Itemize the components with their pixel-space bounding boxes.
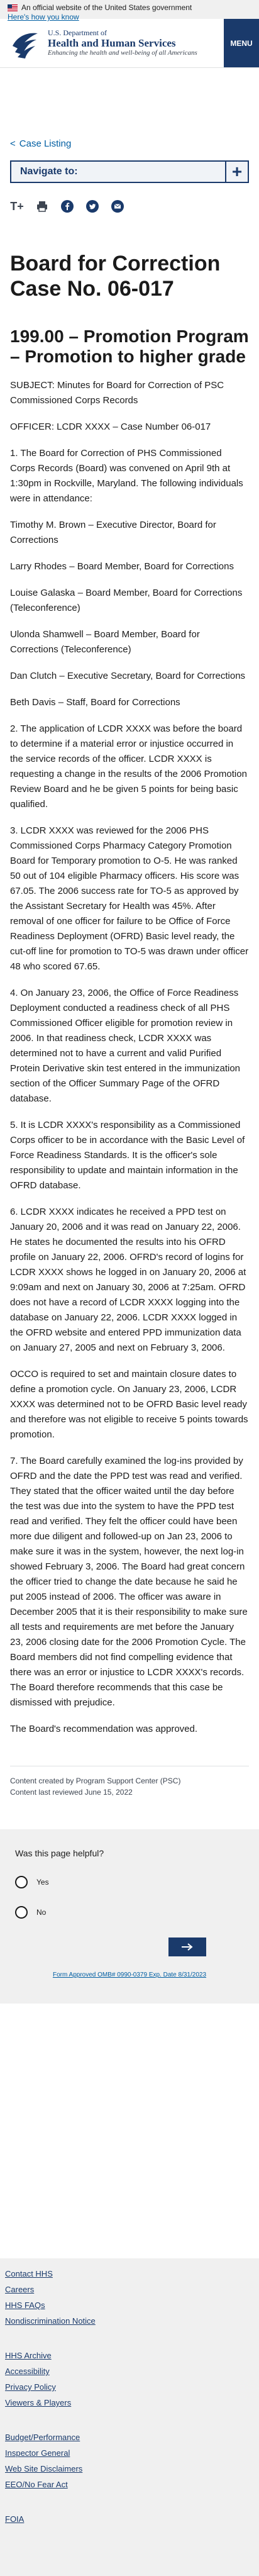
text-size-icon[interactable]: T+ (10, 199, 24, 213)
share-toolbar: T+ (10, 199, 249, 213)
body-paragraph: 1. The Board for Correction of PHS Commi… (10, 448, 243, 504)
body-paragraph: 2. The application of LCDR XXXX was befo… (10, 723, 247, 810)
attendee-item: Beth Davis – Staff, Board for Correction… (10, 697, 180, 708)
attendee-item: Louise Galaska – Board Member, Board for… (10, 588, 243, 613)
no-radio[interactable] (15, 1906, 28, 1919)
case-listing-label: Case Listing (19, 138, 72, 149)
feedback-submit-button[interactable] (168, 1938, 206, 1956)
case-listing-link[interactable]: < Case Listing (10, 138, 249, 149)
agency-tagline: Enhancing the health and well-being of a… (48, 49, 197, 57)
menu-button[interactable]: MENU (224, 19, 259, 67)
agency-line1: U.S. Department of (48, 28, 107, 37)
feedback-no-option[interactable]: No (15, 1906, 244, 1919)
footer-group-3: Budget/Performance Inspector General Web… (5, 2429, 259, 2492)
footer-link[interactable]: Web Site Disclaimers (5, 2461, 259, 2477)
chevron-left-icon: < (10, 138, 16, 149)
yes-radio[interactable] (15, 1876, 28, 1888)
body-paragraph: OCCO is required to set and maintain clo… (10, 1369, 248, 1440)
content-created: Content created by Program Support Cente… (10, 1776, 181, 1785)
attendee-item: Ulonda Shamwell – Board Member, Board fo… (10, 629, 200, 655)
facebook-icon[interactable] (60, 199, 74, 213)
attendee-item: Larry Rhodes – Board Member, Board for C… (10, 561, 234, 572)
page-title: Board for Correction Case No. 06-017 (10, 252, 221, 301)
footer-link[interactable]: Privacy Policy (5, 2379, 259, 2395)
hhs-logo-link[interactable]: U.S. Department of Health and Human Serv… (0, 19, 224, 67)
footer-link[interactable]: Inspector General (5, 2445, 259, 2461)
footer-group-1: Contact HHS Careers HHS FAQs Nondiscrimi… (5, 2266, 259, 2329)
footer-link[interactable]: Budget/Performance (5, 2429, 259, 2445)
omb-link[interactable]: Form Approved OMB# 0990-0379 Exp. Date 8… (15, 1971, 244, 1978)
body-paragraph: 4. On January 23, 2006, the Office of Fo… (10, 988, 241, 1104)
footer-group-2: HHS Archive Accessibility Privacy Policy… (5, 2348, 259, 2411)
footer-link[interactable]: EEO/No Fear Act (5, 2477, 259, 2492)
site-header: U.S. Department of Health and Human Serv… (0, 19, 259, 68)
feedback-yes-option[interactable]: Yes (15, 1876, 244, 1888)
case-body: SUBJECT: Minutes for Board for Correctio… (10, 378, 249, 1737)
us-flag-icon (8, 4, 18, 11)
footer-group-4: FOIA (5, 2511, 259, 2527)
footer-link[interactable]: Nondiscrimination Notice (5, 2313, 259, 2329)
yes-label: Yes (36, 1878, 49, 1887)
feedback-form: Was this page helpful? Yes No Form Appro… (0, 1829, 259, 2004)
arrow-right-icon (182, 1943, 193, 1951)
attendee-item: Timothy M. Brown – Executive Director, B… (10, 520, 216, 545)
no-label: No (36, 1908, 47, 1917)
hhs-seal-icon (13, 33, 38, 59)
footer-link[interactable]: HHS Archive (5, 2348, 259, 2363)
site-footer: Contact HHS Careers HHS FAQs Nondiscrimi… (0, 2258, 259, 2576)
gov-banner: An official website of the United States… (0, 0, 259, 21)
footer-link[interactable]: Contact HHS (5, 2266, 259, 2282)
agency-line2: Health and Human Services (48, 37, 176, 49)
email-icon[interactable] (111, 199, 124, 213)
footer-link[interactable]: Viewers & Players (5, 2395, 259, 2411)
footer-link[interactable]: HHS FAQs (5, 2297, 259, 2313)
case-heading: 199.00 – Promotion Program – Promotion t… (10, 326, 249, 366)
body-paragraph: 7. The Board carefully examined the log-… (10, 1456, 248, 1708)
footer-link[interactable]: Careers (5, 2282, 259, 2297)
body-paragraph: 5. It is LCDR XXXX's responsibility as a… (10, 1120, 245, 1191)
recommendation-paragraph: The Board's recommendation was approved. (10, 1724, 198, 1734)
expand-plus-icon[interactable]: + (225, 160, 248, 183)
footer-link[interactable]: Accessibility (5, 2363, 259, 2379)
subject-paragraph: SUBJECT: Minutes for Board for Correctio… (10, 380, 224, 406)
content-reviewed: Content last reviewed June 15, 2022 (10, 1788, 133, 1797)
feedback-question: Was this page helpful? (15, 1848, 104, 1858)
body-paragraph: 6. LCDR XXXX indicates he received a PPD… (10, 1207, 246, 1353)
footer-link[interactable]: FOIA (5, 2511, 259, 2527)
body-paragraph: 3. LCDR XXXX was reviewed for the 2006 P… (10, 825, 249, 972)
official-site-text: An official website of the United States… (21, 3, 192, 12)
print-icon[interactable] (35, 199, 49, 213)
content-meta: Content created by Program Support Cente… (10, 1766, 249, 1798)
twitter-icon[interactable] (85, 199, 99, 213)
officer-paragraph: OFFICER: LCDR XXXX – Case Number 06-017 (10, 421, 211, 432)
navigate-to-label: Navigate to: (20, 166, 78, 177)
attendee-item: Dan Clutch – Executive Secretary, Board … (10, 671, 246, 681)
navigate-to-accordion[interactable]: Navigate to: + (10, 160, 249, 183)
